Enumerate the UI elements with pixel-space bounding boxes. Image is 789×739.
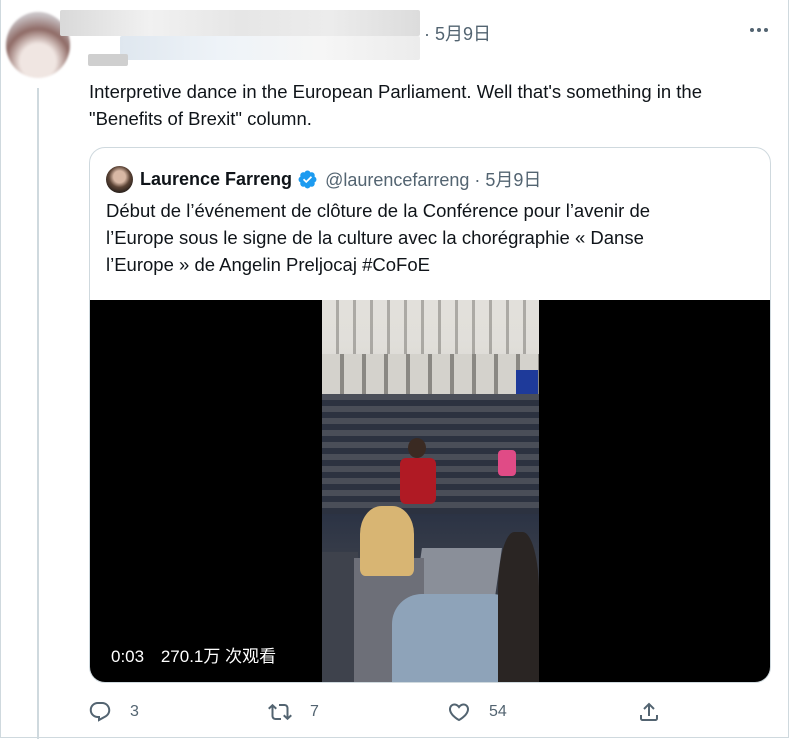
video-player[interactable]: 0:03 270.1万 次观看: [90, 300, 770, 682]
like-icon: [448, 703, 470, 722]
quoted-handle-date[interactable]: @laurencefarreng · 5月9日: [325, 166, 541, 192]
quoted-text-line: Début de l’événement de clôture de la Co…: [106, 200, 651, 221]
tweet-text: Interpretive dance in the European Parli…: [89, 78, 779, 132]
reply-icon: [89, 702, 111, 722]
like-count: 54: [489, 703, 507, 720]
reply-button[interactable]: 3: [88, 700, 139, 724]
thread-line: [37, 88, 39, 739]
author-name-blurred[interactable]: [60, 10, 420, 36]
tweet-text-line: "Benefits of Brexit" column.: [89, 108, 312, 129]
quoted-tweet-text: Début de l’événement de clôture de la Co…: [106, 197, 746, 278]
video-views: 270.1万 次观看: [160, 647, 277, 666]
author-name-fragment-blurred: [88, 54, 128, 66]
more-icon[interactable]: [746, 18, 772, 42]
share-icon: [640, 702, 658, 721]
tweet-text-line: Interpretive dance in the European Parli…: [89, 81, 703, 102]
video-time: 0:03: [111, 647, 145, 666]
retweet-icon: [268, 703, 292, 721]
tweet-date[interactable]: · 5月9日: [424, 20, 491, 46]
quoted-text-line: l’Europe » de Angelin Preljocaj #CoFoE: [106, 254, 430, 275]
video-frame: [322, 300, 539, 682]
quoted-tweet-header: Laurence Farreng @laurencefarreng · 5月9日: [106, 164, 541, 194]
quoted-avatar[interactable]: [106, 165, 133, 193]
retweet-count: 7: [310, 703, 319, 720]
share-button[interactable]: [637, 700, 661, 724]
quoted-tweet[interactable]: Laurence Farreng @laurencefarreng · 5月9日…: [89, 147, 771, 683]
video-info: 0:03 270.1万 次观看: [111, 642, 288, 667]
quoted-text-line: l’Europe sous le signe de la culture ave…: [106, 227, 644, 248]
like-button[interactable]: 54: [447, 700, 507, 724]
verified-icon: [298, 170, 317, 188]
retweet-button[interactable]: 7: [268, 700, 319, 724]
reply-count: 3: [130, 703, 139, 720]
author-handle-blurred[interactable]: [120, 36, 420, 60]
quoted-author-name[interactable]: Laurence Farreng: [140, 169, 292, 190]
